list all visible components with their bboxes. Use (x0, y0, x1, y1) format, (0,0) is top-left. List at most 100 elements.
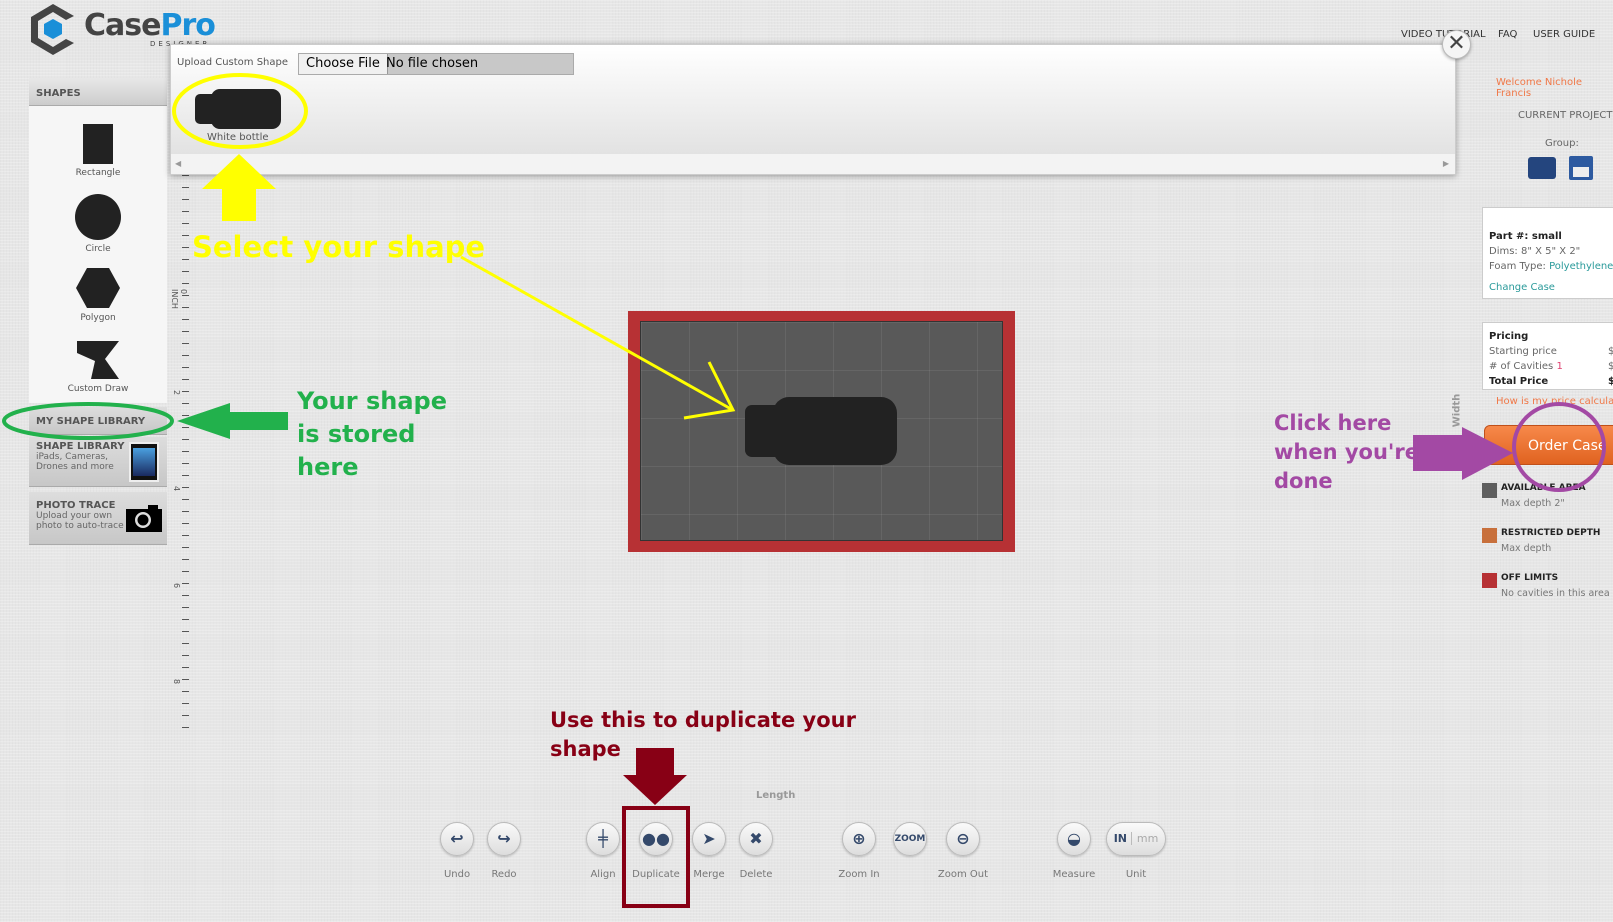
shape-rectangle[interactable]: Rectangle (29, 124, 167, 178)
shape-circle[interactable]: Circle (29, 194, 167, 254)
custom-shape-popup: Upload Custom Shape Choose File No file … (170, 44, 1456, 175)
shape-library[interactable]: SHAPE LIBRARY iPads, Cameras, Drones and m… (29, 437, 167, 487)
unit-label: Unit (1125, 869, 1147, 880)
ruler-tick (182, 571, 189, 572)
ruler-label: 6 (172, 582, 182, 589)
zoom-button[interactable]: ZOOM (893, 822, 927, 856)
pricing-box: Pricing Starting price $ # of Cavities 1 $… (1482, 322, 1613, 390)
shape-label: Polygon (80, 313, 116, 323)
logo-icon (31, 4, 74, 55)
case-info-box: Part #: small Dims: 8" X 5" X 2" Foam Ty… (1482, 207, 1613, 299)
redo-button[interactable]: ↪ (487, 822, 521, 856)
ruler-tick (182, 403, 189, 404)
ruler-tick (182, 607, 189, 608)
length-label: Length (756, 790, 796, 801)
close-popup-button[interactable]: ✕ (1442, 30, 1471, 59)
my-shape-library[interactable]: MY SHAPE LIBRARY (29, 407, 167, 435)
ruler-tick (182, 247, 189, 248)
annotation-stored: Your shape is stored here (297, 387, 447, 481)
photo-trace[interactable]: PHOTO TRACE Upload your own photo to auto-… (29, 492, 167, 545)
measure-button[interactable]: ◒ (1057, 822, 1091, 856)
case-canvas[interactable] (628, 311, 1015, 552)
align-icon: ╪ (598, 829, 608, 848)
hexagon-icon (76, 268, 120, 308)
unit-toggle[interactable]: IN mm (1106, 822, 1166, 856)
ipad-icon (129, 442, 159, 482)
zoom-out-button[interactable]: ⊖ (946, 822, 980, 856)
shape-polygon[interactable]: Polygon (29, 266, 167, 323)
available-area[interactable] (640, 321, 1003, 541)
price-calc-link[interactable]: How is my price calculated? (1496, 396, 1613, 407)
merge-button[interactable]: ➤ (692, 822, 726, 856)
ruler-tick (182, 283, 189, 284)
undo-button[interactable]: ↩ (440, 822, 474, 856)
ruler-tick (182, 595, 189, 596)
horizontal-scrollbar[interactable]: ◀ ▶ (171, 154, 1455, 174)
ruler-tick (182, 379, 189, 380)
green-left-arrow (177, 403, 288, 439)
camera-icon (126, 505, 162, 532)
ruler-tick (182, 199, 189, 200)
undo-icon: ↩ (450, 829, 464, 848)
shape-label: Custom Draw (67, 384, 129, 394)
ruler-tick (182, 295, 189, 296)
nav-faq[interactable]: FAQ (1498, 29, 1517, 40)
zoom-out-icon: ⊖ (956, 829, 970, 848)
measure-label: Measure (1052, 869, 1096, 880)
ruler-tick (182, 511, 189, 512)
ruler-tick (182, 559, 189, 560)
ruler-label: 0 INCH (170, 289, 188, 309)
dims: Dims: 8" X 5" X 2" (1489, 246, 1581, 257)
ruler-tick (182, 547, 189, 548)
shapes-header: SHAPES (29, 78, 167, 106)
open-folder-icon[interactable] (1528, 157, 1556, 179)
vertical-ruler: 0 INCH 2 4 6 8 (170, 103, 192, 736)
ruler-tick (182, 223, 189, 224)
ruler-tick (182, 691, 189, 692)
ruler-tick (182, 499, 189, 500)
save-icon[interactable] (1569, 156, 1593, 180)
ruler-tick (182, 367, 189, 368)
duplicate-button[interactable]: ●● (639, 822, 673, 856)
ruler-tick (182, 415, 189, 416)
group-label: Group: (1545, 138, 1579, 149)
ruler-tick (182, 259, 189, 260)
zoom-in-button[interactable]: ⊕ (842, 822, 876, 856)
shape-custom-draw[interactable]: Custom Draw (29, 339, 167, 394)
ruler-tick (182, 355, 189, 356)
ruler-tick (182, 679, 189, 680)
order-case-button[interactable]: Order Case (1484, 425, 1613, 465)
welcome-text: Welcome Nichole Francis (1496, 77, 1583, 99)
ruler-tick (182, 727, 189, 728)
tape-measure-icon: ◒ (1067, 829, 1081, 848)
ruler-tick (182, 427, 189, 428)
change-case-link[interactable]: Change Case (1489, 280, 1555, 295)
ruler-tick (182, 703, 189, 704)
delete-icon: ✖ (749, 829, 763, 848)
close-icon: ✕ (1447, 31, 1466, 56)
ruler-tick (182, 643, 189, 644)
shape-label: Circle (85, 244, 111, 254)
ruler-tick (182, 523, 189, 524)
file-input[interactable]: Choose File No file chosen (298, 53, 574, 75)
white-bottle-thumbnail[interactable] (195, 89, 281, 129)
zoom-in-label: Zoom In (838, 869, 880, 880)
delete-label: Delete (739, 869, 773, 880)
choose-file-button[interactable]: Choose File (299, 54, 388, 74)
logo[interactable]: CasePro (84, 8, 216, 43)
shape-label: Rectangle (75, 168, 121, 178)
ruler-tick (182, 307, 189, 308)
ruler-tick (182, 175, 189, 176)
align-button[interactable]: ╪ (586, 822, 620, 856)
ruler-tick (182, 271, 189, 272)
ruler-tick (182, 631, 189, 632)
ruler-tick (182, 487, 189, 488)
white-bottle-shape[interactable] (745, 397, 897, 465)
ruler-tick (182, 535, 189, 536)
nav-user-guide[interactable]: USER GUIDE (1533, 29, 1595, 40)
current-project-label: CURRENT PROJECT (1518, 110, 1613, 121)
upload-label: Upload Custom Shape (177, 57, 289, 68)
delete-button[interactable]: ✖ (739, 822, 773, 856)
ruler-tick (182, 667, 189, 668)
ruler-tick (182, 463, 189, 464)
